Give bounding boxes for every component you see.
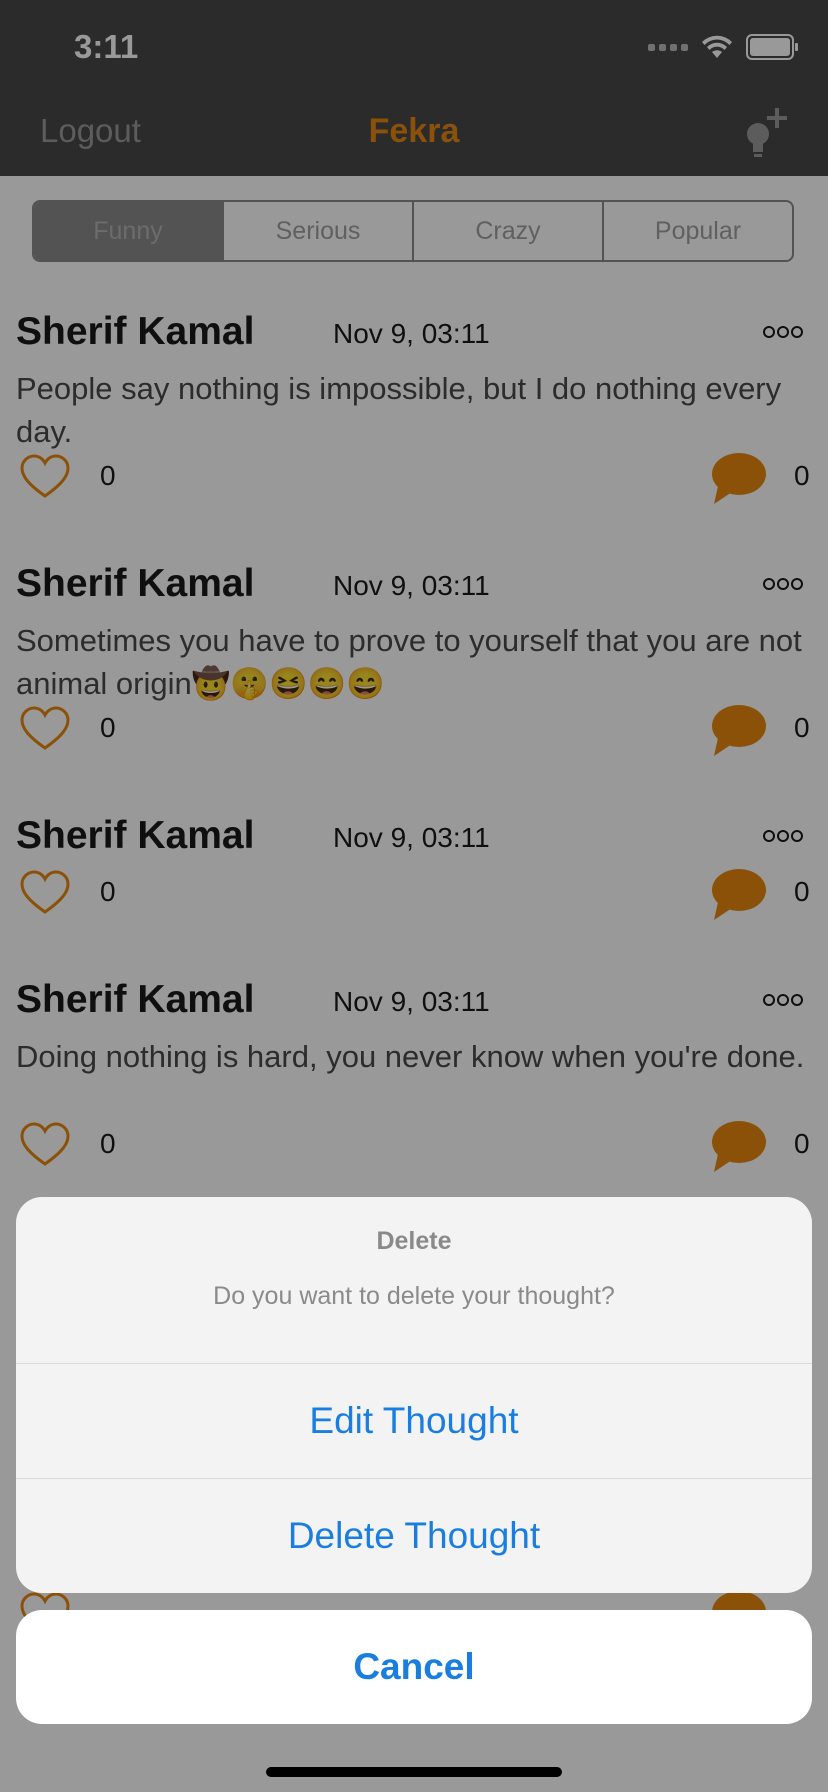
action-sheet-message: Do you want to delete your thought? <box>213 1282 615 1310</box>
delete-thought-button[interactable]: Delete Thought <box>16 1478 812 1593</box>
action-sheet: Delete Do you want to delete your though… <box>16 1197 812 1593</box>
action-sheet-title: Delete <box>376 1227 452 1255</box>
home-indicator[interactable] <box>266 1767 562 1777</box>
edit-thought-button[interactable]: Edit Thought <box>16 1363 812 1478</box>
cancel-button[interactable]: Cancel <box>16 1610 812 1724</box>
